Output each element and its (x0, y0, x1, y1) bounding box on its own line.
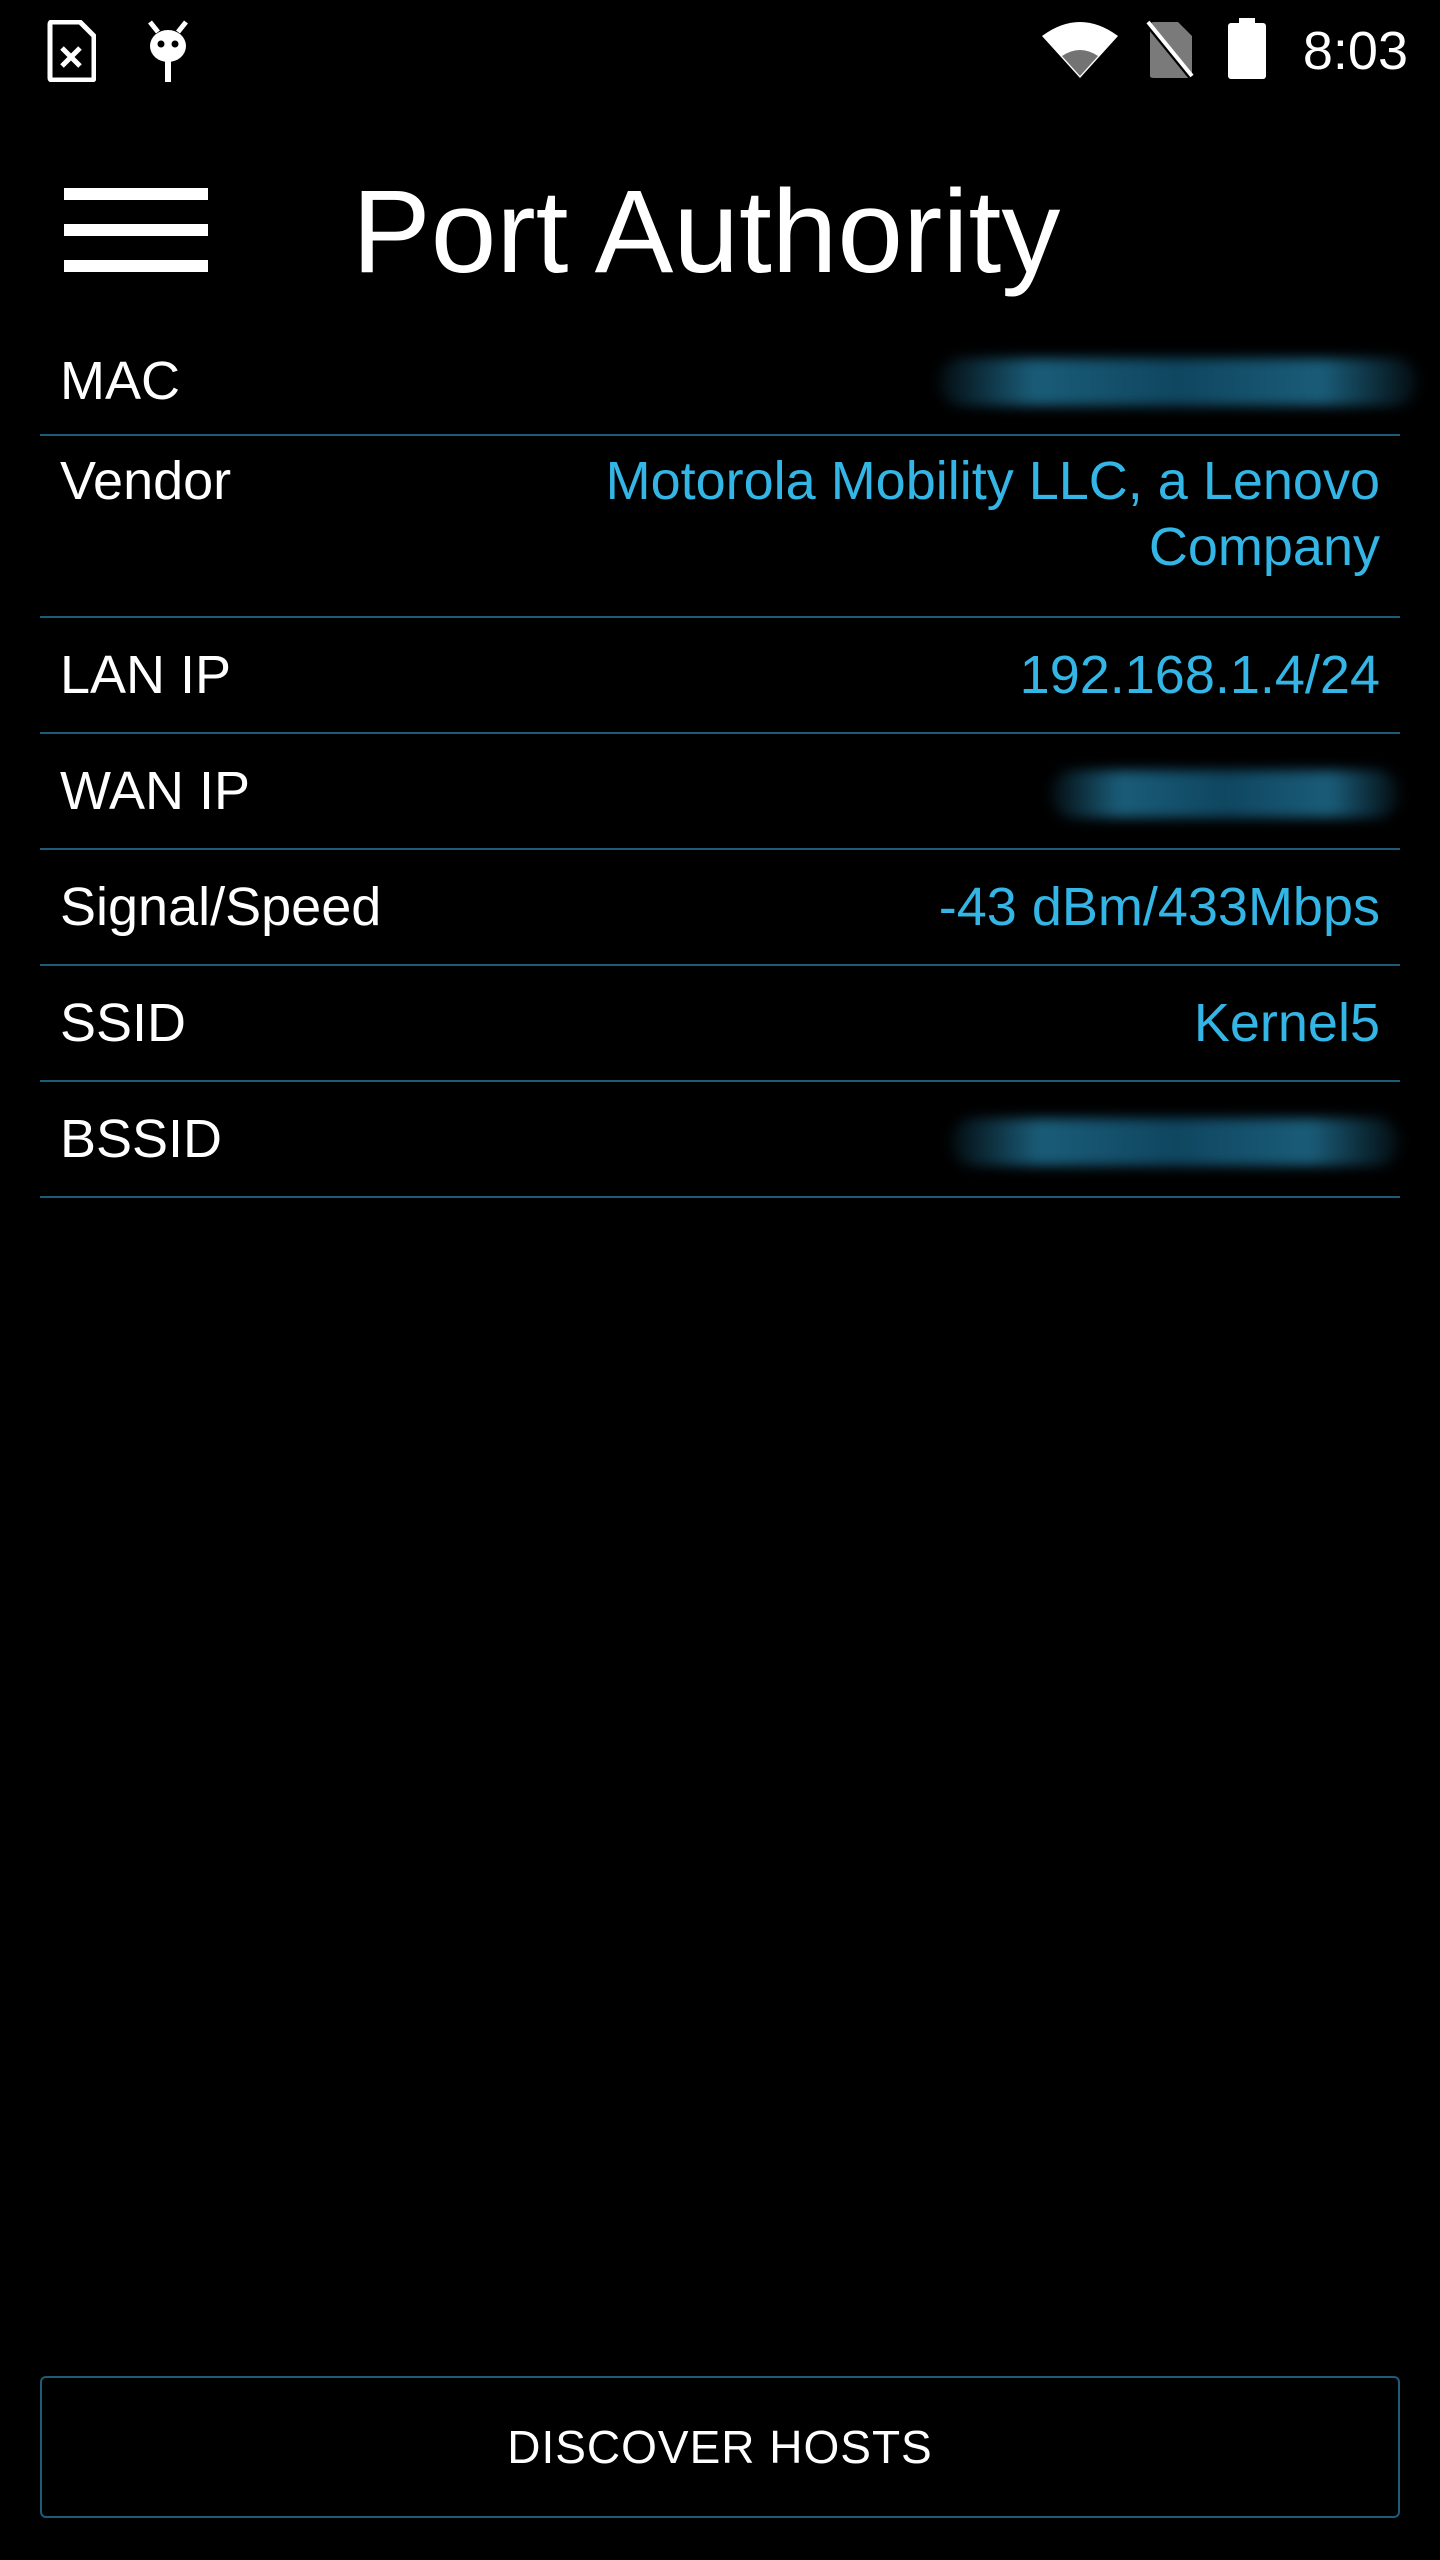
menu-bar-top (64, 188, 208, 200)
page-title: Port Authority (352, 166, 1061, 298)
vendor-value: Motorola Mobility LLC, a Lenovo Company (605, 451, 1380, 577)
mac-label: MAC (60, 351, 180, 411)
status-bar: 8:03 (0, 0, 1440, 100)
signal-speed-label: Signal/Speed (60, 877, 382, 937)
discover-hosts-button[interactable]: DISCOVER HOSTS (40, 2376, 1400, 2518)
bssid-value-redacted (950, 1118, 1400, 1166)
wifi-icon (1042, 22, 1118, 78)
ssid-value: Kernel5 (1193, 993, 1380, 1053)
info-row-lan-ip: LAN IP 192.168.1.4/24 (40, 618, 1400, 734)
vendor-label: Vendor (60, 451, 232, 511)
info-row-mac: MAC (40, 336, 1418, 436)
ssid-label: SSID (60, 993, 187, 1053)
menu-bar-bottom (64, 260, 208, 272)
info-row-vendor: Vendor Motorola Mobility LLC, a Lenovo C… (40, 436, 1400, 618)
sim-error-icon (47, 20, 96, 82)
lan-ip-value: 192.168.1.4/24 (1019, 645, 1380, 705)
discover-hosts-label: DISCOVER HOSTS (507, 2421, 933, 2473)
menu-bar-middle (64, 224, 208, 236)
wan-ip-value-redacted (1050, 770, 1400, 818)
debug-bug-icon (148, 20, 188, 82)
lan-ip-label: LAN IP (60, 645, 232, 705)
network-info-list: MAC Vendor Motorola Mobility LLC, a Leno… (40, 336, 1418, 1198)
info-row-wan-ip: WAN IP (40, 734, 1400, 850)
hamburger-menu-icon[interactable] (50, 170, 222, 290)
status-clock: 8:03 (1302, 21, 1408, 81)
info-row-signal-speed: Signal/Speed -43 dBm/433Mbps (40, 850, 1400, 966)
wan-ip-label: WAN IP (60, 761, 251, 821)
signal-speed-value: -43 dBm/433Mbps (938, 877, 1380, 937)
battery-icon (1228, 18, 1266, 79)
bssid-label: BSSID (60, 1109, 223, 1169)
no-sim-icon (1146, 20, 1194, 80)
app-bar: Port Authority (0, 100, 1440, 340)
info-row-ssid: SSID Kernel5 (40, 966, 1400, 1082)
info-row-bssid: BSSID (40, 1082, 1400, 1198)
mac-value-redacted (938, 358, 1418, 406)
